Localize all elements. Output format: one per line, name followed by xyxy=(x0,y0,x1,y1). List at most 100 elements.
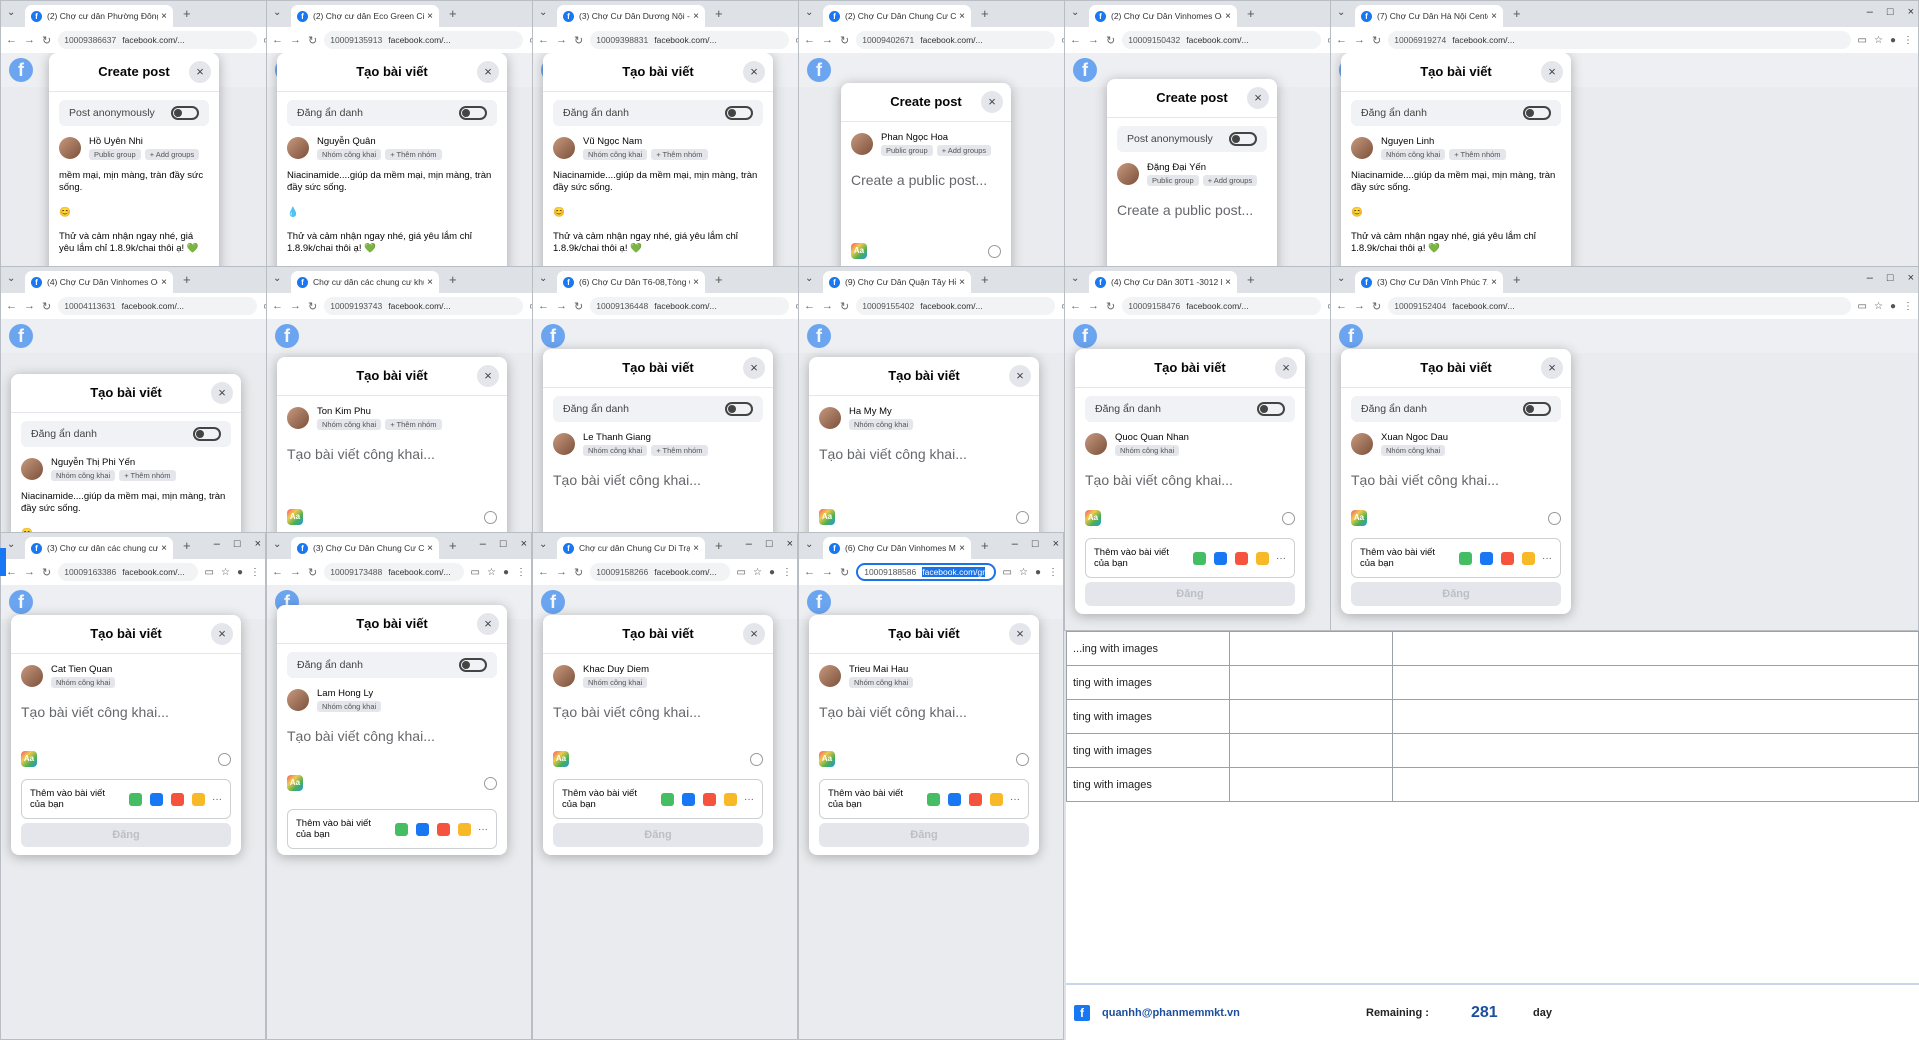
back-icon[interactable]: ← xyxy=(1336,34,1347,46)
browser-tab[interactable]: f (4) Chợ Cư Dân Vinhomes Oce...× xyxy=(25,271,173,293)
tab-search-icon[interactable]: ⌄ xyxy=(805,7,813,18)
close-tab-icon[interactable]: × xyxy=(1225,277,1231,288)
address-bar[interactable]: 10009152404 facebook.com/... xyxy=(1388,297,1851,315)
more-options-icon[interactable]: ··· xyxy=(744,794,754,805)
reload-icon[interactable]: ↻ xyxy=(308,34,317,47)
close-tab-icon[interactable]: × xyxy=(1225,11,1231,22)
tab-search-icon[interactable]: ⌄ xyxy=(805,273,813,284)
address-bar[interactable]: 10009163386 facebook.com/... xyxy=(58,563,198,581)
emoji-icon[interactable] xyxy=(1016,753,1029,766)
post-button[interactable]: Đăng xyxy=(819,823,1029,847)
tab-search-icon[interactable]: ⌄ xyxy=(7,273,15,284)
location-icon[interactable] xyxy=(1235,551,1248,565)
tab-search-icon[interactable]: ⌄ xyxy=(1071,273,1079,284)
location-icon[interactable] xyxy=(969,792,982,806)
forward-icon[interactable]: → xyxy=(290,300,301,312)
close-dialog-button[interactable]: × xyxy=(1009,365,1031,387)
reload-icon[interactable]: ↻ xyxy=(42,300,51,313)
close-dialog-button[interactable]: × xyxy=(477,61,499,83)
new-tab-button[interactable]: + xyxy=(981,538,989,553)
browser-tab[interactable]: f (2) Chợ Cư Dân Vinhomes Oce...× xyxy=(1089,5,1237,27)
close-window-icon[interactable]: × xyxy=(1053,538,1059,550)
emoji-icon[interactable] xyxy=(1282,512,1295,525)
forward-icon[interactable]: → xyxy=(1354,34,1365,46)
facebook-logo-icon[interactable]: f xyxy=(1073,324,1097,348)
post-input[interactable]: Tạo bài viết công khai... xyxy=(819,446,1029,462)
post-input[interactable]: Tạo bài viết công khai... xyxy=(553,704,763,720)
text-style-icon[interactable]: Aa xyxy=(819,751,835,767)
location-icon[interactable] xyxy=(171,792,184,806)
add-to-post-bar[interactable]: Thêm vào bài viết của bạn ··· xyxy=(287,809,497,849)
add-group-button[interactable]: + Add groups xyxy=(1202,175,1258,186)
add-to-post-bar[interactable]: Thêm vào bài viết của bạn ··· xyxy=(1351,538,1561,578)
location-icon[interactable] xyxy=(437,822,450,836)
browser-tab[interactable]: f (6) Chợ Cư Dân T6-08,Tòng Cư...× xyxy=(557,271,705,293)
close-window-icon[interactable]: × xyxy=(787,538,793,550)
menu-dots-icon[interactable]: ⋮ xyxy=(1048,567,1058,578)
new-tab-button[interactable]: + xyxy=(715,6,723,21)
minimize-icon[interactable]: – xyxy=(1867,272,1873,284)
emoji-icon[interactable] xyxy=(1548,512,1561,525)
forward-icon[interactable]: → xyxy=(1088,300,1099,312)
browser-tab[interactable]: f (2) Chợ cư dân Phường Đông ...× xyxy=(25,5,173,27)
maximize-icon[interactable]: □ xyxy=(766,538,773,550)
close-tab-icon[interactable]: × xyxy=(161,277,167,288)
browser-tab[interactable]: f (3) Chợ Cư Dân Vĩnh Phúc 7,2h...× xyxy=(1355,271,1503,293)
feeling-icon[interactable] xyxy=(192,792,205,806)
address-bar[interactable]: 10009158266 facebook.com/... xyxy=(590,563,730,581)
anonymous-toggle[interactable] xyxy=(459,658,487,672)
add-group-button[interactable]: + Thêm nhóm xyxy=(385,149,442,160)
post-input[interactable]: Tạo bài viết công khai... xyxy=(1351,472,1561,488)
post-button[interactable]: Đăng xyxy=(1351,582,1561,606)
emoji-icon[interactable] xyxy=(218,753,231,766)
new-tab-button[interactable]: + xyxy=(449,6,457,21)
forward-icon[interactable]: → xyxy=(290,566,301,578)
add-group-button[interactable]: + Thêm nhóm xyxy=(651,445,708,456)
browser-tab[interactable]: f (3) Chợ cư dân các chung cư C...× xyxy=(25,537,173,559)
close-dialog-button[interactable]: × xyxy=(211,382,233,404)
minimize-icon[interactable]: – xyxy=(214,538,220,550)
anonymous-toggle-row[interactable]: Đăng ẩn danh xyxy=(1351,396,1561,422)
close-dialog-button[interactable]: × xyxy=(211,623,233,645)
reload-icon[interactable]: ↻ xyxy=(1372,300,1381,313)
add-group-button[interactable]: + Thêm nhóm xyxy=(651,149,708,160)
feeling-icon[interactable] xyxy=(458,822,471,836)
post-input[interactable]: Create a public post... xyxy=(851,172,1001,188)
add-group-button[interactable]: + Add groups xyxy=(936,145,992,156)
tag-people-icon[interactable] xyxy=(1214,551,1227,565)
facebook-logo-icon[interactable]: f xyxy=(541,590,565,614)
forward-icon[interactable]: → xyxy=(290,34,301,46)
anonymous-toggle[interactable] xyxy=(171,106,199,120)
anonymous-toggle[interactable] xyxy=(1229,132,1257,146)
bookmark-star-icon[interactable]: ☆ xyxy=(753,567,762,578)
anonymous-toggle[interactable] xyxy=(1523,106,1551,120)
new-tab-button[interactable]: + xyxy=(715,538,723,553)
text-style-icon[interactable]: Aa xyxy=(553,751,569,767)
reload-icon[interactable]: ↻ xyxy=(1106,300,1115,313)
add-group-button[interactable]: + Thêm nhóm xyxy=(1449,149,1506,160)
new-tab-button[interactable]: + xyxy=(1247,272,1255,287)
close-dialog-button[interactable]: × xyxy=(189,61,211,83)
anonymous-toggle[interactable] xyxy=(459,106,487,120)
facebook-logo-icon[interactable]: f xyxy=(9,590,33,614)
reload-icon[interactable]: ↻ xyxy=(42,34,51,47)
text-style-icon[interactable]: Aa xyxy=(1351,510,1367,526)
back-icon[interactable]: ← xyxy=(804,34,815,46)
close-tab-icon[interactable]: × xyxy=(427,277,433,288)
close-dialog-button[interactable]: × xyxy=(477,365,499,387)
tab-search-icon[interactable]: ⌄ xyxy=(273,273,281,284)
tab-search-icon[interactable]: ⌄ xyxy=(7,539,15,550)
close-window-icon[interactable]: × xyxy=(1908,272,1914,284)
bookmark-star-icon[interactable]: ☆ xyxy=(1019,567,1028,578)
back-icon[interactable]: ← xyxy=(1070,34,1081,46)
address-bar[interactable]: 10009188586 facebook.com/gr xyxy=(856,563,996,581)
close-tab-icon[interactable]: × xyxy=(427,543,433,554)
forward-icon[interactable]: → xyxy=(556,300,567,312)
address-bar[interactable]: 10004113631 facebook.com/... xyxy=(58,297,257,315)
menu-dots-icon[interactable]: ⋮ xyxy=(516,567,526,578)
forward-icon[interactable]: → xyxy=(822,300,833,312)
profile-icon[interactable]: ● xyxy=(1890,301,1896,312)
tag-people-icon[interactable] xyxy=(1480,551,1493,565)
feeling-icon[interactable] xyxy=(724,792,737,806)
facebook-logo-icon[interactable]: f xyxy=(807,590,831,614)
